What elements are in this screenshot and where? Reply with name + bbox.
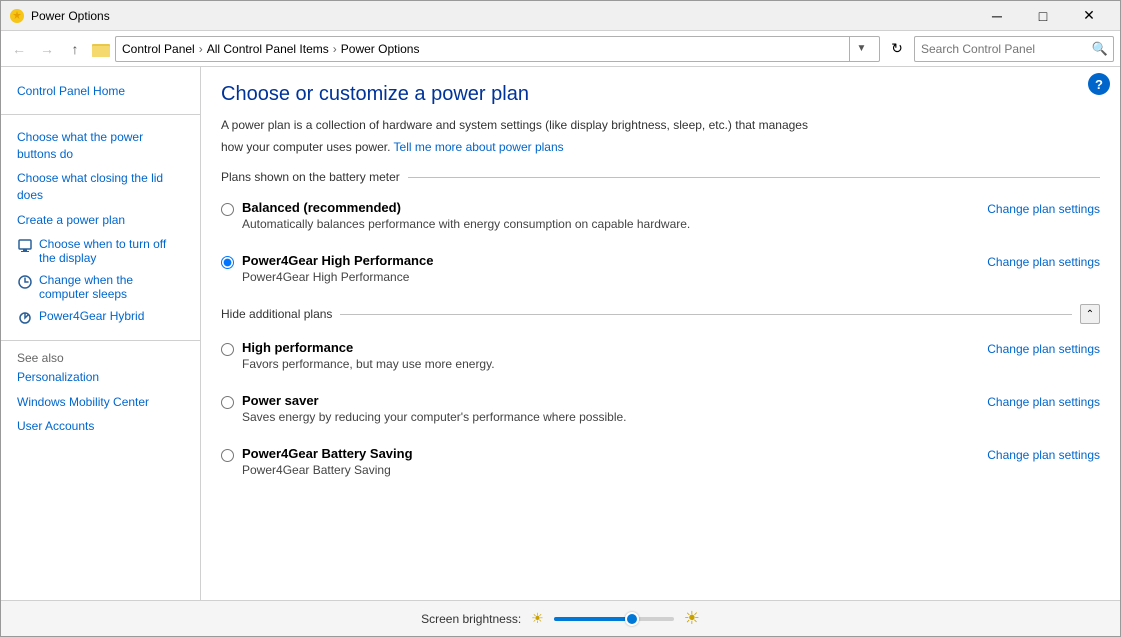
plan-name-balanced: Balanced (recommended) xyxy=(242,200,690,215)
title-bar: Power Options ─ □ ✕ xyxy=(1,1,1120,31)
plan-item-power4gear-high: Power4Gear High Performance Power4Gear H… xyxy=(221,247,1100,290)
sidebar-label-power4gear: Power4Gear Hybrid xyxy=(39,309,144,323)
close-button[interactable]: ✕ xyxy=(1066,1,1112,31)
change-link-power4gear-high[interactable]: Change plan settings xyxy=(987,253,1100,269)
brightness-bar: Screen brightness: ☀ ☀ xyxy=(1,600,1120,636)
brightness-thumb[interactable] xyxy=(625,612,639,626)
plan-name-power4gear-high: Power4Gear High Performance xyxy=(242,253,433,268)
plan-desc-power4gear-high: Power4Gear High Performance xyxy=(242,270,433,284)
plan-item-high-perf: High performance Favors performance, but… xyxy=(221,334,1100,377)
sun-large-icon: ☀ xyxy=(684,608,700,629)
plan-item-balanced: Balanced (recommended) Automatically bal… xyxy=(221,194,1100,237)
main-container: Control Panel Home Choose what the power… xyxy=(1,67,1120,637)
search-input[interactable] xyxy=(915,42,1087,56)
sidebar: Control Panel Home Choose what the power… xyxy=(1,67,201,637)
sidebar-divider-2 xyxy=(1,340,200,341)
sidebar-label-computer-sleeps: Change when the computer sleeps xyxy=(39,273,184,301)
plan-desc-high-perf: Favors performance, but may use more ene… xyxy=(242,357,495,371)
back-button[interactable]: ← xyxy=(7,37,31,61)
plan-radio-power4gear-high[interactable] xyxy=(221,256,234,269)
plan-item-power-saver: Power saver Saves energy by reducing you… xyxy=(221,387,1100,430)
plan-desc-power-saver: Saves energy by reducing your computer's… xyxy=(242,410,627,424)
plan-name-high-perf: High performance xyxy=(242,340,495,355)
brightness-slider[interactable] xyxy=(554,617,674,621)
hide-label: Hide additional plans xyxy=(221,307,332,321)
path-power-options: Power Options xyxy=(341,42,420,56)
minimize-button[interactable]: ─ xyxy=(974,1,1020,31)
monitor-icon xyxy=(17,238,33,254)
content-title: Choose or customize a power plan xyxy=(221,83,1100,106)
brightness-label: Screen brightness: xyxy=(421,612,521,626)
plan-radio-balanced[interactable] xyxy=(221,203,234,216)
plan-radio-high-perf[interactable] xyxy=(221,343,234,356)
maximize-button[interactable]: □ xyxy=(1020,1,1066,31)
plan-name-power-saver: Power saver xyxy=(242,393,627,408)
plan-desc-power4gear-battery: Power4Gear Battery Saving xyxy=(242,463,413,477)
refresh-button[interactable]: ↻ xyxy=(884,36,910,62)
sidebar-link-home[interactable]: Control Panel Home xyxy=(1,79,200,104)
brightness-track-fill xyxy=(554,617,632,621)
path-all-items: All Control Panel Items xyxy=(207,42,329,56)
sidebar-item-power4gear[interactable]: Power4Gear Hybrid xyxy=(1,305,200,330)
learn-more-link[interactable]: Tell me more about power plans xyxy=(394,140,564,154)
content-desc-1: A power plan is a collection of hardware… xyxy=(221,116,1100,134)
collapse-button[interactable]: ⌃ xyxy=(1080,304,1100,324)
address-dropdown[interactable]: ▼ xyxy=(849,36,873,62)
plan-item-power4gear-battery: Power4Gear Battery Saving Power4Gear Bat… xyxy=(221,440,1100,483)
sidebar-item-computer-sleeps[interactable]: Change when the computer sleeps xyxy=(1,269,200,305)
change-link-power4gear-battery[interactable]: Change plan settings xyxy=(987,446,1100,462)
sidebar-item-power-buttons[interactable]: Choose what the power buttons do xyxy=(1,125,200,167)
section-header-battery: Plans shown on the battery meter xyxy=(221,170,1100,184)
section-label-battery: Plans shown on the battery meter xyxy=(221,170,400,184)
content-area: Choose or customize a power plan A power… xyxy=(201,67,1120,637)
sidebar-label-turn-off-display: Choose when to turn off the display xyxy=(39,237,184,265)
address-bar: ← → ↑ Control Panel › All Control Panel … xyxy=(1,31,1120,67)
plan-radio-power-saver[interactable] xyxy=(221,396,234,409)
sidebar-item-turn-off-display[interactable]: Choose when to turn off the display xyxy=(1,233,200,269)
sidebar-divider-1 xyxy=(1,114,200,115)
window-title: Power Options xyxy=(31,9,110,23)
section-divider xyxy=(408,177,1100,178)
content-desc-2-text: how your computer uses power. xyxy=(221,140,390,154)
sidebar-item-create-plan[interactable]: Create a power plan xyxy=(1,208,200,233)
change-link-balanced[interactable]: Change plan settings xyxy=(987,200,1100,216)
address-path[interactable]: Control Panel › All Control Panel Items … xyxy=(115,36,880,62)
sun-small-icon: ☀ xyxy=(531,610,544,627)
change-link-power-saver[interactable]: Change plan settings xyxy=(987,393,1100,409)
sleep-icon xyxy=(17,274,33,290)
sidebar-item-closing-lid[interactable]: Choose what closing the lid does xyxy=(1,166,200,208)
forward-button[interactable]: → xyxy=(35,37,59,61)
hide-divider xyxy=(340,314,1072,315)
sidebar-item-personalization[interactable]: Personalization xyxy=(1,365,200,390)
plan-name-power4gear-battery: Power4Gear Battery Saving xyxy=(242,446,413,461)
hide-section-header: Hide additional plans ⌃ xyxy=(221,304,1100,324)
see-also-label: See also xyxy=(1,347,80,369)
change-link-high-perf[interactable]: Change plan settings xyxy=(987,340,1100,356)
content-desc-2: how your computer uses power. Tell me mo… xyxy=(221,138,1100,156)
folder-icon xyxy=(91,39,111,59)
search-button[interactable]: 🔍 xyxy=(1087,37,1113,61)
search-box: 🔍 xyxy=(914,36,1114,62)
power4gear-icon xyxy=(17,310,33,326)
plan-radio-power4gear-battery[interactable] xyxy=(221,449,234,462)
sidebar-item-user-accounts[interactable]: User Accounts xyxy=(1,414,200,439)
window-controls: ─ □ ✕ xyxy=(974,1,1112,31)
help-button[interactable]: ? xyxy=(1088,73,1110,95)
app-icon xyxy=(9,8,25,24)
plans-section: Plans shown on the battery meter Balance… xyxy=(221,170,1100,483)
sidebar-item-mobility-center[interactable]: Windows Mobility Center xyxy=(1,390,200,415)
path-control-panel: Control Panel xyxy=(122,42,195,56)
up-button[interactable]: ↑ xyxy=(63,37,87,61)
plan-desc-balanced: Automatically balances performance with … xyxy=(242,217,690,231)
